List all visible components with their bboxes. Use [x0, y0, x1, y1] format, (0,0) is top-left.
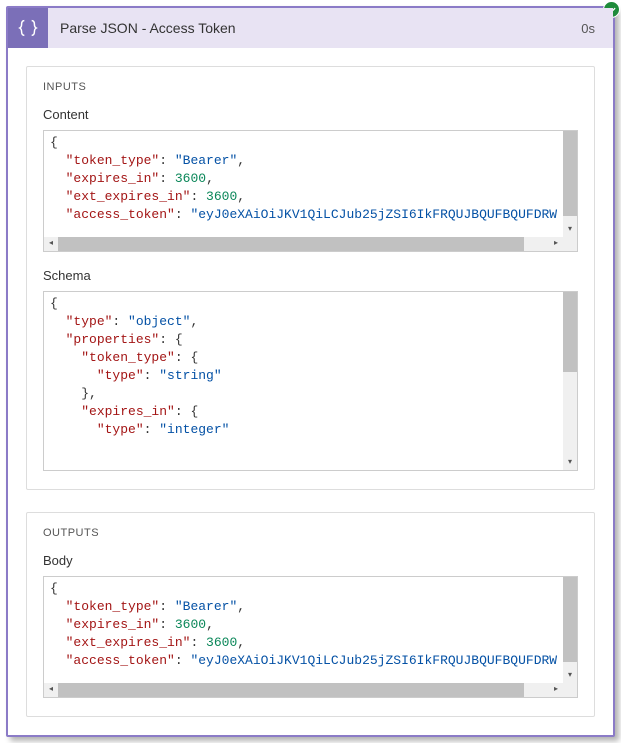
card-title: Parse JSON - Access Token [48, 20, 581, 36]
scrollbar-thumb[interactable] [58, 237, 524, 251]
json-number: 3600 [175, 171, 206, 186]
json-number: 3600 [175, 617, 206, 632]
json-key: "type" [97, 422, 144, 437]
json-key: "ext_expires_in" [66, 189, 191, 204]
inputs-heading: INPUTS [43, 81, 578, 93]
scrollbar-thumb[interactable] [563, 577, 577, 662]
chevron-right-icon[interactable]: ▸ [549, 683, 563, 697]
json-key: "expires_in" [66, 171, 160, 186]
json-string: "object" [128, 314, 190, 329]
json-key: "expires_in" [81, 404, 175, 419]
outputs-heading: OUTPUTS [43, 527, 578, 539]
scrollbar-thumb[interactable] [563, 131, 577, 216]
chevron-right-icon[interactable]: ▸ [549, 237, 563, 251]
scrollbar-thumb[interactable] [563, 292, 577, 372]
json-key: "expires_in" [66, 617, 160, 632]
schema-code: { "type": "object", "properties": { "tok… [44, 292, 563, 470]
schema-codebox[interactable]: { "type": "object", "properties": { "tok… [43, 291, 578, 471]
vertical-scrollbar[interactable]: ▾ [563, 577, 577, 683]
json-key: "type" [97, 368, 144, 383]
content-label: Content [43, 107, 578, 122]
json-key: "token_type" [66, 153, 160, 168]
chevron-down-icon[interactable]: ▾ [563, 456, 577, 470]
json-string: "integer" [159, 422, 229, 437]
json-key: "access_token" [66, 653, 175, 668]
chevron-left-icon[interactable]: ◂ [44, 237, 58, 251]
vertical-scrollbar[interactable]: ▾ [563, 292, 577, 470]
json-string: "eyJ0eXAiOiJKV1QiLCJub25jZSI6IkFRQUJBQUF… [190, 207, 557, 222]
body-label: Body [43, 553, 578, 568]
parse-json-icon [8, 8, 48, 48]
action-card: Parse JSON - Access Token 0s INPUTS Cont… [6, 6, 615, 737]
json-string: "eyJ0eXAiOiJKV1QiLCJub25jZSI6IkFRQUJBQUF… [190, 653, 557, 668]
json-key: "token_type" [81, 350, 175, 365]
json-key: "token_type" [66, 599, 160, 614]
vertical-scrollbar[interactable]: ▾ [563, 131, 577, 237]
body-code: { "token_type": "Bearer", "expires_in": … [44, 577, 563, 683]
card-header[interactable]: Parse JSON - Access Token 0s [8, 8, 613, 48]
json-number: 3600 [206, 635, 237, 650]
chevron-left-icon[interactable]: ◂ [44, 683, 58, 697]
outputs-section: OUTPUTS Body { "token_type": "Bearer", "… [26, 512, 595, 717]
inputs-section: INPUTS Content { "token_type": "Bearer",… [26, 66, 595, 490]
chevron-down-icon[interactable]: ▾ [563, 669, 577, 683]
json-string: "string" [159, 368, 221, 383]
scrollbar-thumb[interactable] [58, 683, 524, 697]
schema-label: Schema [43, 268, 578, 283]
json-key: "type" [66, 314, 113, 329]
content-code: { "token_type": "Bearer", "expires_in": … [44, 131, 563, 237]
scrollbar-corner [563, 237, 577, 251]
content-codebox[interactable]: { "token_type": "Bearer", "expires_in": … [43, 130, 578, 252]
duration-label: 0s [581, 21, 613, 36]
json-key: "properties" [66, 332, 160, 347]
body-codebox[interactable]: { "token_type": "Bearer", "expires_in": … [43, 576, 578, 698]
json-key: "access_token" [66, 207, 175, 222]
chevron-down-icon[interactable]: ▾ [563, 223, 577, 237]
json-string: "Bearer" [175, 599, 237, 614]
json-string: "Bearer" [175, 153, 237, 168]
json-number: 3600 [206, 189, 237, 204]
card-body: INPUTS Content { "token_type": "Bearer",… [8, 48, 613, 735]
horizontal-scrollbar[interactable]: ◂ ▸ [44, 237, 563, 251]
horizontal-scrollbar[interactable]: ◂ ▸ [44, 683, 563, 697]
json-key: "ext_expires_in" [66, 635, 191, 650]
scrollbar-corner [563, 683, 577, 697]
